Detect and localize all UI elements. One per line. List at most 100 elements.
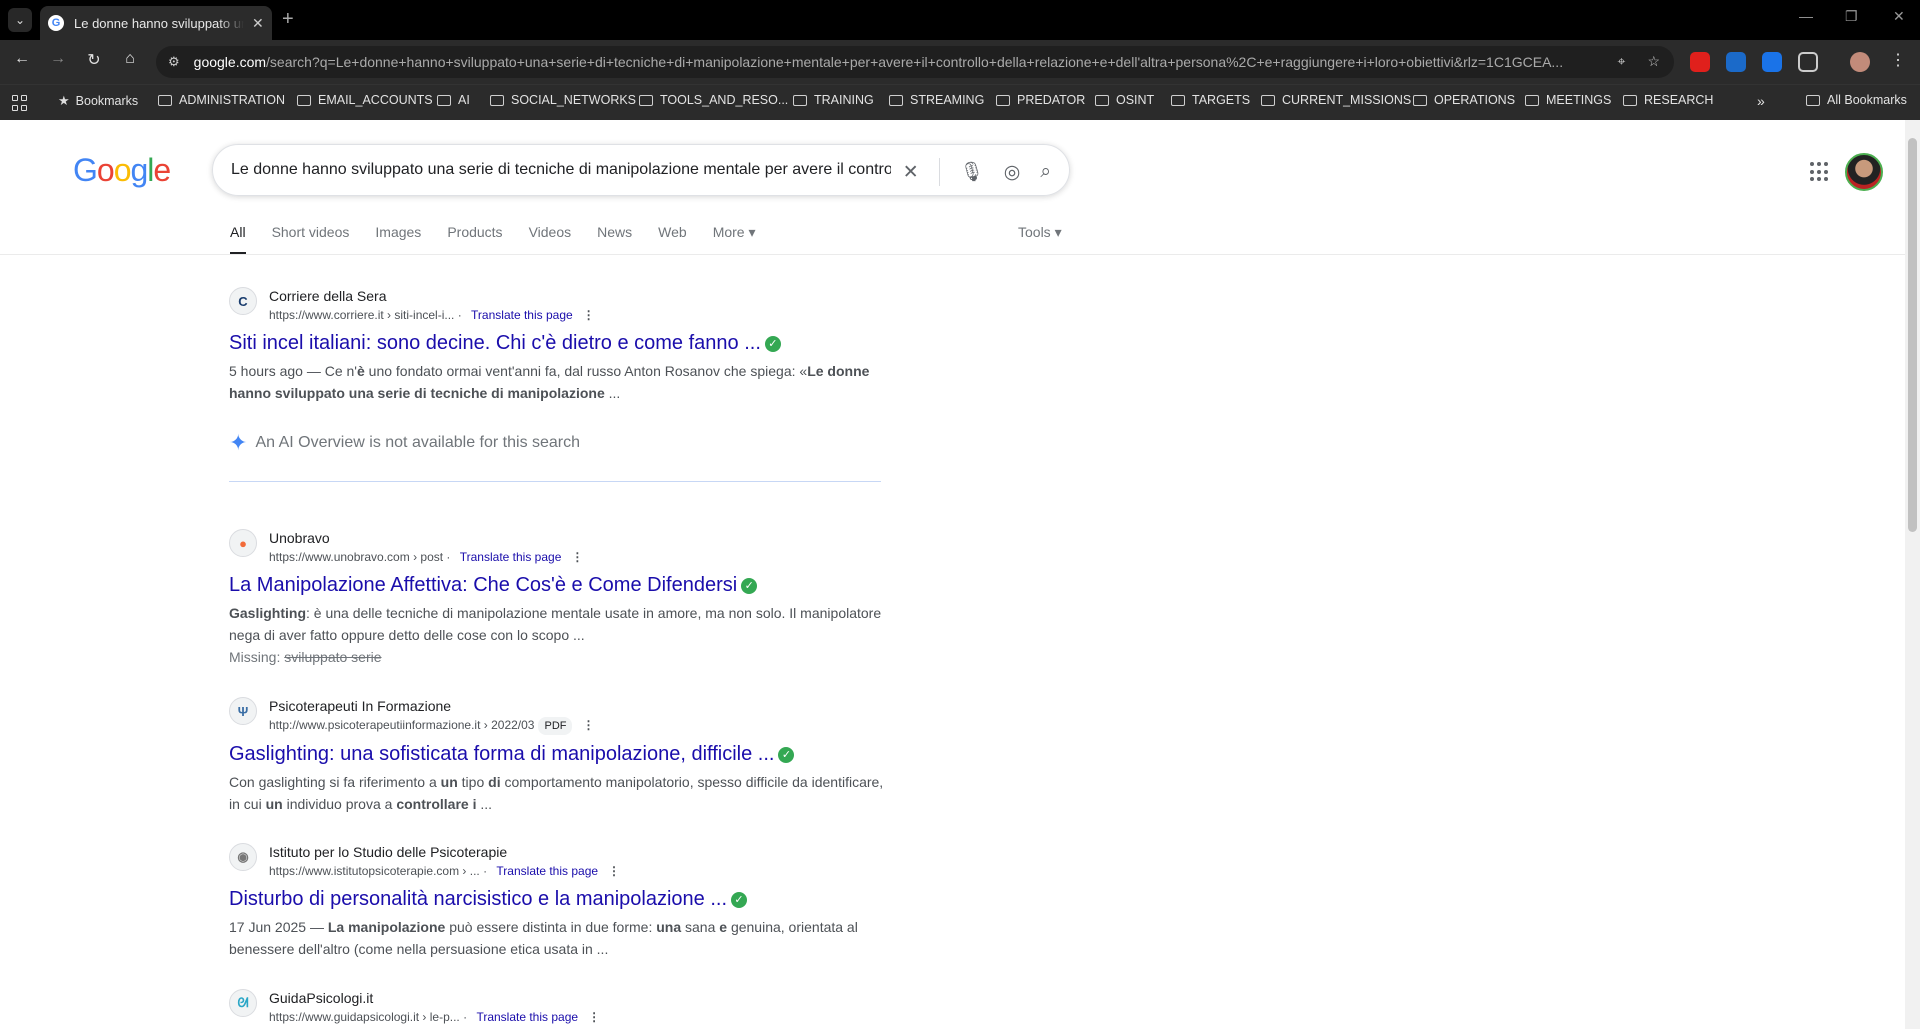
- location-icon[interactable]: ⌖: [1618, 53, 1626, 70]
- result-title-link[interactable]: Siti incel italiani: sono decine. Chi c'…: [229, 332, 761, 354]
- bookmark-folder-osint[interactable]: OSINT: [1095, 93, 1154, 107]
- address-bar[interactable]: ⚙ google.com/search?q=Le+donne+hanno+svi…: [156, 46, 1674, 78]
- folder-icon: [490, 94, 504, 106]
- ai-overview-divider: [229, 481, 881, 482]
- search-input[interactable]: Le donne hanno sviluppato una serie di t…: [231, 161, 891, 179]
- translate-link[interactable]: Translate this page: [460, 550, 562, 564]
- folder-icon: [158, 94, 172, 106]
- result-menu-icon[interactable]: ⋮: [583, 308, 595, 322]
- result-title-link[interactable]: Gaslighting: una sofisticata forma di ma…: [229, 743, 774, 765]
- restore-button[interactable]: ❐: [1845, 8, 1858, 25]
- result-menu-icon[interactable]: ⋮: [582, 718, 594, 732]
- result-url[interactable]: http://www.psicoterapeutiinformazione.it…: [269, 718, 534, 732]
- close-window-button[interactable]: ✕: [1893, 8, 1905, 25]
- result-url[interactable]: https://www.istitutopsicoterapie.com › .…: [269, 864, 480, 878]
- result-title-link[interactable]: La Manipolazione Affettiva: Che Cos'è e …: [229, 574, 737, 596]
- result-site-name: Psicoterapeuti In Formazione: [269, 698, 452, 714]
- search-tabs: All Short videos Images Products Videos …: [230, 224, 782, 255]
- google-apps-icon[interactable]: [1810, 162, 1830, 182]
- tabs-divider: [0, 254, 1905, 255]
- search-result: Ψ Psicoterapeuti In Formazione http://ww…: [229, 696, 889, 815]
- bookmark-bookmarks[interactable]: ★ Bookmarks: [58, 93, 138, 109]
- bookmark-folder-training[interactable]: TRAINING: [793, 93, 874, 107]
- result-menu-icon[interactable]: ⋮: [588, 1010, 600, 1024]
- extension-sync-icon[interactable]: [1762, 52, 1782, 72]
- back-button[interactable]: ←: [10, 50, 34, 68]
- bookmark-folder-tools[interactable]: TOOLS_AND_RESO...: [639, 93, 788, 107]
- tab-short-videos[interactable]: Short videos: [272, 224, 350, 255]
- reload-button[interactable]: ↻: [82, 50, 106, 70]
- voice-search-icon[interactable]: 🎙: [960, 160, 984, 184]
- home-button[interactable]: ⌂: [118, 50, 142, 68]
- folder-icon: [1623, 94, 1637, 106]
- account-avatar[interactable]: [1845, 153, 1883, 191]
- extension-blue-icon[interactable]: [1726, 52, 1746, 72]
- translate-link[interactable]: Translate this page: [471, 308, 573, 322]
- translate-link[interactable]: Translate this page: [476, 1010, 578, 1024]
- scrollbar-thumb[interactable]: [1908, 138, 1917, 532]
- result-url[interactable]: https://www.corriere.it › siti-incel-i..…: [269, 308, 454, 322]
- tools-button[interactable]: Tools ▾: [1018, 224, 1062, 241]
- folder-icon: [889, 94, 903, 106]
- extension-red-icon[interactable]: [1690, 52, 1710, 72]
- apps-grid-icon[interactable]: [12, 95, 28, 111]
- menu-kebab-icon[interactable]: ⋮: [1886, 50, 1910, 70]
- url-host: google.com: [193, 54, 267, 70]
- bookmark-folder-current-missions[interactable]: CURRENT_MISSIONS: [1261, 93, 1411, 107]
- result-title-link[interactable]: Disturbo di personalità narcisistico e l…: [229, 888, 727, 910]
- bookmark-folder-predator[interactable]: PREDATOR: [996, 93, 1085, 107]
- bookmark-folder-research[interactable]: RESEARCH: [1623, 93, 1713, 107]
- folder-icon: [1525, 94, 1539, 106]
- tab-more[interactable]: More ▾: [713, 224, 756, 255]
- tab-all[interactable]: All: [230, 224, 246, 255]
- bookmark-folder-ai[interactable]: AI: [437, 93, 470, 107]
- bookmarks-overflow-icon[interactable]: »: [1757, 93, 1765, 109]
- folder-icon: [996, 94, 1010, 106]
- browser-tab-active[interactable]: G Le donne hanno sviluppato una serie di…: [40, 6, 272, 40]
- result-menu-icon[interactable]: ⋮: [608, 864, 620, 878]
- search-box[interactable]: Le donne hanno sviluppato una serie di t…: [212, 144, 1070, 196]
- tab-close-icon[interactable]: ✕: [252, 15, 264, 32]
- minimize-button[interactable]: —: [1799, 8, 1813, 24]
- result-snippet: 17 Jun 2025 — La manipolazione può esser…: [229, 919, 858, 957]
- folder-icon: [1261, 94, 1275, 106]
- profile-avatar-icon[interactable]: [1850, 52, 1870, 72]
- clear-search-icon[interactable]: ✕: [903, 161, 919, 184]
- page-scrollbar[interactable]: [1905, 120, 1920, 1029]
- bookmark-folder-targets[interactable]: TARGETS: [1171, 93, 1250, 107]
- bookmark-folder-meetings[interactable]: MEETINGS: [1525, 93, 1611, 107]
- tab-web[interactable]: Web: [658, 224, 687, 255]
- bookmark-folder-email-accounts[interactable]: EMAIL_ACCOUNTS: [297, 93, 433, 107]
- folder-icon: [1095, 94, 1109, 106]
- result-site-name: Unobravo: [269, 530, 330, 546]
- result-menu-icon[interactable]: ⋮: [571, 550, 583, 564]
- star-icon: ★: [58, 93, 70, 108]
- result-url[interactable]: https://www.unobravo.com › post: [269, 550, 443, 564]
- search-submit-icon[interactable]: ⌕: [1040, 161, 1051, 183]
- tab-images[interactable]: Images: [375, 224, 421, 255]
- lens-search-icon[interactable]: ◎: [1004, 161, 1021, 184]
- forward-button[interactable]: →: [46, 50, 70, 68]
- bookmark-star-icon[interactable]: ☆: [1647, 53, 1660, 70]
- bookmark-folder-administration[interactable]: ADMINISTRATION: [158, 93, 285, 107]
- all-bookmarks-folder[interactable]: All Bookmarks: [1806, 93, 1907, 107]
- bookmark-folder-operations[interactable]: OPERATIONS: [1413, 93, 1515, 107]
- extensions-puzzle-icon[interactable]: [1798, 52, 1818, 72]
- site-info-icon[interactable]: ⚙: [168, 54, 180, 70]
- result-url[interactable]: https://www.guidapsicologi.it › le-p...: [269, 1010, 460, 1024]
- tab-news[interactable]: News: [597, 224, 632, 255]
- tab-videos[interactable]: Videos: [529, 224, 572, 255]
- translate-link[interactable]: Translate this page: [496, 864, 598, 878]
- divider: [938, 158, 940, 186]
- tab-search-button[interactable]: ⌄: [8, 8, 32, 32]
- result-site-name: GuidaPsicologi.it: [269, 990, 374, 1006]
- psicoterapeuti-favicon-icon: Ψ: [229, 697, 257, 725]
- tab-products[interactable]: Products: [447, 224, 502, 255]
- bookmark-folder-social-networks[interactable]: SOCIAL_NETWORKS: [490, 93, 636, 107]
- new-tab-button[interactable]: +: [282, 8, 294, 31]
- google-logo[interactable]: Google: [73, 152, 171, 189]
- result-site-name: Corriere della Sera: [269, 288, 387, 304]
- result-snippet: Gaslighting: è una delle tecniche di man…: [229, 605, 882, 643]
- search-result: ◉ Istituto per lo Studio delle Psicotera…: [229, 842, 889, 960]
- bookmark-folder-streaming[interactable]: STREAMING: [889, 93, 984, 107]
